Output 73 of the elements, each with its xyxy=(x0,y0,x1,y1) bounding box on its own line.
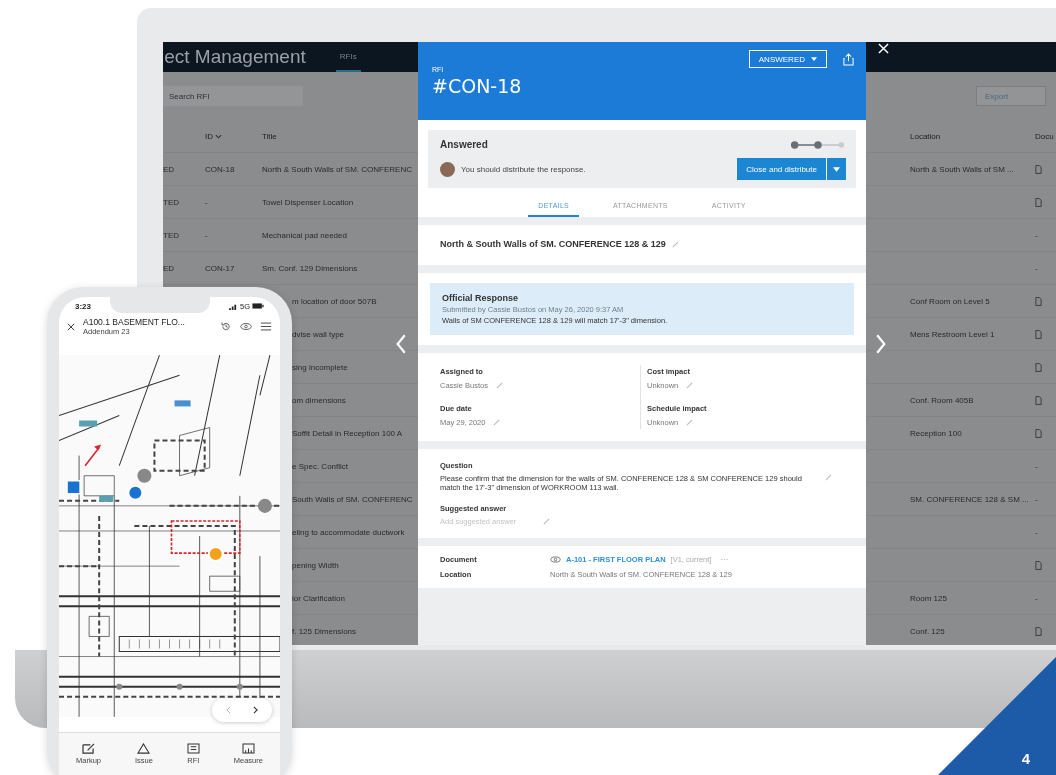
table-cell: Room 125 xyxy=(910,593,947,603)
table-cell: - xyxy=(1035,230,1038,240)
status-dropdown[interactable]: ANSWERED xyxy=(748,50,827,68)
table-cell: TED xyxy=(163,197,179,207)
rfi-icon xyxy=(186,743,200,754)
table-cell: Mens Restroom Level 1 xyxy=(910,329,995,339)
close-and-distribute-button[interactable]: Close and distribute xyxy=(737,158,826,180)
signal-icon xyxy=(229,302,238,310)
table-cell: CON-17 xyxy=(205,263,235,273)
table-cell: - xyxy=(205,197,208,207)
table-cell: - xyxy=(1035,263,1038,273)
table-cell: - xyxy=(1035,461,1038,471)
list-icon[interactable] xyxy=(260,321,272,332)
panel-title: #CON-18 xyxy=(432,75,523,97)
ruler-icon xyxy=(241,743,255,754)
more-button[interactable]: ··· xyxy=(716,555,733,564)
battery-icon xyxy=(252,303,264,309)
column-header[interactable]: Docu xyxy=(1035,131,1054,141)
search-field[interactable]: Search RFI xyxy=(163,86,303,106)
workflow-status: Answered xyxy=(440,139,489,150)
nav-tab[interactable]: RFIs xyxy=(335,42,361,72)
table-cell: dvise wall type xyxy=(292,329,345,339)
close-icon[interactable] xyxy=(67,322,75,331)
table-cell: ED xyxy=(163,263,175,273)
caret-icon xyxy=(811,57,817,61)
table-cell: TED xyxy=(163,230,179,240)
table-cell: sing incomplete xyxy=(292,362,348,372)
table-cell: - xyxy=(1035,527,1038,537)
avatar xyxy=(440,161,455,177)
caret-icon xyxy=(833,166,840,172)
table-cell: North & South Walls of SM. CONFERENC xyxy=(262,164,412,174)
markup-icon xyxy=(81,743,95,754)
table-cell: Mechanical pad needed xyxy=(262,230,347,240)
table-cell: e Spec. Conflict xyxy=(292,461,349,471)
table-cell: South Walls of SM. CONFERENC xyxy=(292,494,413,504)
share-icon[interactable] xyxy=(843,52,854,66)
workflow-message: You should distribute the response. xyxy=(461,164,587,174)
table-cell: Soffit Detail in Reception 100 A xyxy=(292,428,403,438)
history-icon[interactable] xyxy=(220,321,232,332)
table-cell: ED xyxy=(163,164,175,174)
table-cell: f. 125 Dimensions xyxy=(292,626,357,636)
table-cell: SM. CONFERENCE 128 & SM ... xyxy=(910,494,1029,504)
table-cell: - xyxy=(1035,494,1038,504)
rfi-subject: North & South Walls of SM. CONFERENCE 128 & 129 xyxy=(440,239,666,249)
table-cell: Towel Dispenser Location xyxy=(262,197,354,207)
more-options-button[interactable] xyxy=(826,158,846,180)
eye-icon[interactable] xyxy=(240,321,252,332)
table-cell: m location of door 507B xyxy=(292,296,377,306)
column-header[interactable]: Title xyxy=(262,131,277,141)
table-cell: CON-18 xyxy=(205,164,235,174)
table-cell: Conf. Room 405B xyxy=(910,395,974,405)
page-number: 4 xyxy=(1021,750,1030,767)
warning-triangle-icon xyxy=(137,743,151,754)
progress-stepper xyxy=(790,139,846,150)
table-cell: Conf Room on Level 5 xyxy=(910,296,990,306)
table-cell: - xyxy=(205,230,208,240)
table-cell: Sm. Conf. 129 Dimensions xyxy=(262,263,358,273)
column-header[interactable]: ID xyxy=(205,131,222,141)
column-header[interactable]: Location xyxy=(910,131,941,141)
caret-icon xyxy=(215,133,222,139)
table-cell: ior Clarification xyxy=(292,593,345,603)
app-title: ject Management xyxy=(163,46,306,68)
eye-icon[interactable] xyxy=(550,556,561,563)
table-cell: om dimensions xyxy=(292,395,346,405)
response-heading: Official Response xyxy=(442,293,520,303)
table-cell: Conf. 125 xyxy=(910,626,945,636)
table-cell: pening Width xyxy=(292,560,339,570)
status-time: 3:23 xyxy=(75,301,91,311)
table-cell: North & South Walls of SM ... xyxy=(910,164,1014,174)
sheet-title: A100.1 BASEMENT FLO... xyxy=(83,317,186,327)
table-cell: - xyxy=(1035,593,1038,603)
table-cell: Reception 100 xyxy=(910,428,962,438)
table-cell: eling to accommodate ductwork xyxy=(292,527,405,537)
